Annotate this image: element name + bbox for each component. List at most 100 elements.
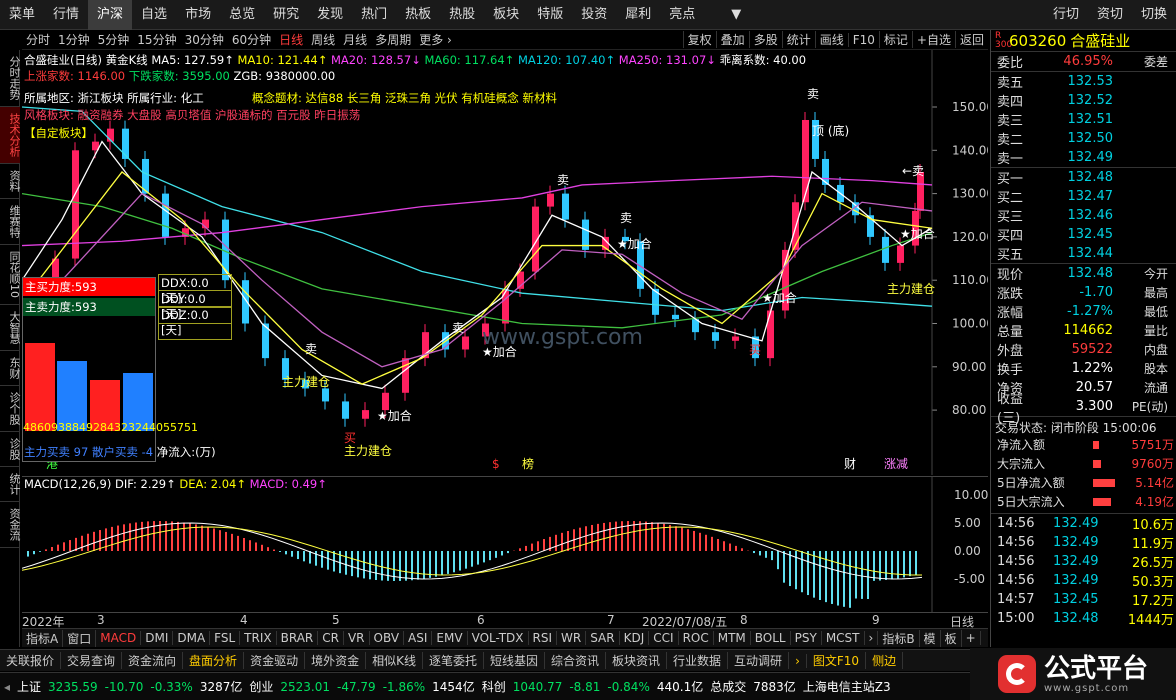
kline-chart[interactable]: 150.00 140.00 130.00 120.00 110.00 100.00 90.0… xyxy=(21,50,994,475)
indicator-tab[interactable]: + xyxy=(962,631,981,645)
leftnav-item[interactable]: 同花顺10 xyxy=(0,245,21,305)
topbar-item[interactable]: 投资 xyxy=(572,0,616,30)
topbar-item[interactable]: 沪深 xyxy=(88,0,133,30)
topbar-item[interactable]: 自选 xyxy=(132,0,176,30)
leftnav-item[interactable]: 大智慧 xyxy=(0,305,21,351)
indicator-tab[interactable]: VOL-TDX xyxy=(468,631,529,645)
leftnav-item[interactable]: 资料 xyxy=(0,164,21,199)
toolbar-action[interactable]: 叠加 xyxy=(715,31,749,48)
topbar-item[interactable]: 市场 xyxy=(176,0,220,30)
leftnav-item[interactable]: 诊股 xyxy=(0,432,21,467)
menu-button[interactable]: 菜单 xyxy=(0,0,44,30)
indicator-tab[interactable]: MACD xyxy=(96,631,142,645)
indicator-tab[interactable]: DMA xyxy=(173,631,211,645)
topbar-right-item[interactable]: 切换 xyxy=(1132,0,1176,30)
macd-svg[interactable]: 10.00 5.00 0.00 -5.00 xyxy=(21,477,988,613)
leftnav-item[interactable]: 资金流 xyxy=(0,502,21,548)
function-tab[interactable]: 资金驱动 xyxy=(244,652,306,669)
indicator-tab[interactable]: BOLL xyxy=(751,631,791,645)
topbar-right-item[interactable]: 资切 xyxy=(1088,0,1132,30)
toolbar-action[interactable]: 复权 xyxy=(682,31,716,48)
indicator-tab[interactable]: MCST xyxy=(822,631,865,645)
indicator-tab[interactable]: 指标B xyxy=(878,629,920,647)
toolbar-action[interactable]: F10 xyxy=(847,32,879,47)
function-tab[interactable]: 综合资讯 xyxy=(545,652,607,669)
indicator-tab[interactable]: CCI xyxy=(649,631,679,645)
function-tab[interactable]: 侧边 xyxy=(866,652,904,669)
indicator-tab[interactable]: 模 xyxy=(920,629,941,647)
topbar-item[interactable]: 热门 xyxy=(352,0,396,30)
indicator-tab[interactable]: OBV xyxy=(370,631,405,645)
function-tab[interactable]: 资金流向 xyxy=(122,652,184,669)
leftnav-item[interactable]: 诊个股 xyxy=(0,386,21,432)
indicator-tab[interactable]: FSL xyxy=(210,631,241,645)
period-tab[interactable]: 更多 › xyxy=(415,31,456,48)
topbar-item[interactable]: 犀利 xyxy=(616,0,660,30)
indicator-tab[interactable]: PSY xyxy=(791,631,822,645)
indicator-tab[interactable]: DMI xyxy=(141,631,174,645)
indicator-tab[interactable]: EMV xyxy=(432,631,468,645)
toolbar-action[interactable]: 标记 xyxy=(878,31,912,48)
period-tab[interactable]: 60分钟 xyxy=(228,31,275,48)
indicator-tab[interactable]: 指标A xyxy=(22,629,64,647)
leftnav-item[interactable]: 维赛特 xyxy=(0,199,21,245)
indicator-tab[interactable]: › xyxy=(865,631,879,645)
indicator-tab[interactable]: KDJ xyxy=(620,631,650,645)
period-tab[interactable]: 5分钟 xyxy=(94,31,134,48)
indicator-tab[interactable]: 窗口 xyxy=(63,629,97,647)
toolbar-action[interactable]: 多股 xyxy=(748,31,782,48)
custom-block[interactable]: 【自定板块】 xyxy=(24,125,93,141)
topbar-item[interactable]: 特版 xyxy=(528,0,572,30)
topbar-item[interactable]: 发现 xyxy=(308,0,352,30)
function-tab[interactable]: 互动调研 xyxy=(728,652,790,669)
topbar-right-item[interactable]: 行切 xyxy=(1044,0,1088,30)
function-tab[interactable]: › xyxy=(789,653,807,668)
toolbar-action[interactable]: 返回 xyxy=(954,31,988,48)
indicator-tab[interactable]: SAR xyxy=(586,631,620,645)
function-tab[interactable]: 相似K线 xyxy=(366,652,423,669)
function-tab[interactable]: 行业数据 xyxy=(667,652,729,669)
period-tab[interactable]: 分时 xyxy=(22,31,54,48)
period-tab[interactable]: 周线 xyxy=(307,31,339,48)
period-tab[interactable]: 1分钟 xyxy=(54,31,94,48)
topbar-item[interactable]: 亮点 xyxy=(660,0,704,30)
speaker-icon[interactable]: ◂ xyxy=(4,680,10,694)
function-tab[interactable]: 关联报价 xyxy=(0,652,62,669)
topbar-item[interactable]: 板块 xyxy=(484,0,528,30)
indicator-tab[interactable]: WR xyxy=(557,631,587,645)
period-tab[interactable]: 15分钟 xyxy=(133,31,180,48)
toolbar-action[interactable]: 统计 xyxy=(781,31,815,48)
toolbar-action[interactable]: +自选 xyxy=(911,31,955,48)
function-tab[interactable]: 盘面分析 xyxy=(183,652,245,669)
function-tab[interactable]: 板块资讯 xyxy=(606,652,668,669)
indicator-tab[interactable]: VR xyxy=(344,631,370,645)
indicator-tab[interactable]: ASI xyxy=(404,631,433,645)
function-tab[interactable]: 短线基因 xyxy=(484,652,545,669)
leftnav-item[interactable]: 技术分析 xyxy=(0,107,21,164)
indicator-tab[interactable]: MTM xyxy=(714,631,751,645)
dropdown-icon[interactable]: ▼ xyxy=(722,0,750,30)
macd-panel[interactable]: 10.00 5.00 0.00 -5.00 MACD(12,26,9) DIF: 2.… xyxy=(21,476,988,613)
indicator-tab[interactable]: ROC xyxy=(679,631,714,645)
period-tab[interactable]: 30分钟 xyxy=(181,31,228,48)
period-tab[interactable]: 日线 xyxy=(275,31,307,48)
function-tab[interactable]: 逐笔委托 xyxy=(423,652,484,669)
indicator-tab[interactable]: BRAR xyxy=(277,631,319,645)
indicator-tab[interactable]: TRIX xyxy=(240,631,277,645)
period-tab[interactable]: 月线 xyxy=(339,31,371,48)
function-tab[interactable]: 境外资金 xyxy=(305,652,367,669)
topbar-item[interactable]: 研究 xyxy=(264,0,308,30)
function-tab[interactable]: 图文F10 xyxy=(807,652,867,669)
leftnav-item[interactable]: 东财 xyxy=(0,351,21,386)
indicator-tab[interactable]: 板 xyxy=(941,629,962,647)
function-tab[interactable]: 交易查询 xyxy=(61,652,123,669)
topbar-item[interactable]: 行情 xyxy=(44,0,88,30)
leftnav-item[interactable]: 分时走势 xyxy=(0,50,21,107)
topbar-item[interactable]: 总览 xyxy=(220,0,264,30)
toolbar-action[interactable]: 画线 xyxy=(814,31,848,48)
indicator-tab[interactable]: CR xyxy=(318,631,344,645)
period-tab[interactable]: 多周期 xyxy=(371,31,415,48)
indicator-tab[interactable]: RSI xyxy=(529,631,558,645)
topbar-item[interactable]: 热股 xyxy=(440,0,484,30)
topbar-item[interactable]: 热板 xyxy=(396,0,440,30)
